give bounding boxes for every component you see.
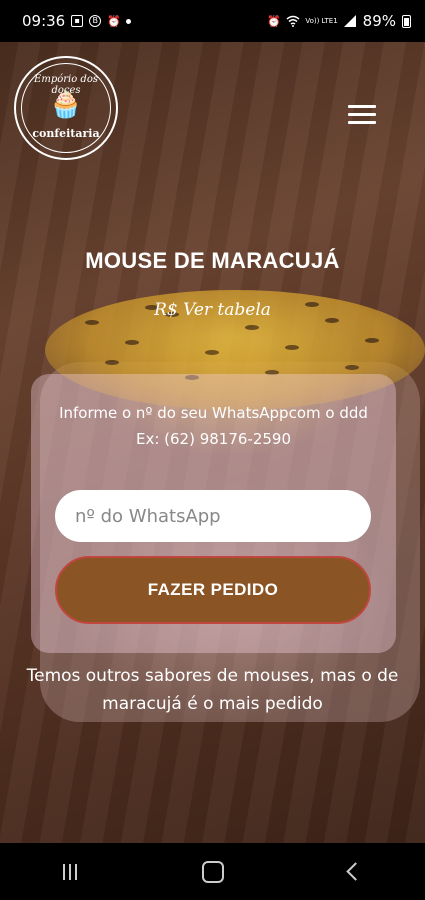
brand-logo[interactable]: Empório dos doces 🧁 confeitaria xyxy=(14,56,118,160)
logo-inner-ring: Empório dos doces 🧁 confeitaria xyxy=(21,63,111,153)
android-nav-bar xyxy=(0,843,425,900)
b-icon: B xyxy=(89,15,102,27)
network-label: Vo)) LTE1 xyxy=(305,16,338,25)
image-icon: ▪ xyxy=(71,15,84,27)
recent-apps-icon[interactable] xyxy=(62,863,77,880)
status-bar: 09:36 ▪ B ⏰ ⏰ Vo)) LTE1 89% xyxy=(0,0,425,42)
product-title: MOUSE DE MARACUJÁ xyxy=(85,248,340,273)
cupcake-icon: 🧁 xyxy=(49,90,83,120)
order-form-card: Informe o nº do seu WhatsAppcom o ddd Ex… xyxy=(31,374,396,653)
hamburger-menu-icon[interactable] xyxy=(348,105,376,127)
status-left: 09:36 ▪ B ⏰ xyxy=(22,12,132,30)
signal-icon xyxy=(344,14,357,28)
product-price: R$ Ver tabela xyxy=(154,300,271,320)
flavors-note: Temos outros sabores de mouses, mas o de… xyxy=(26,666,399,714)
notification-dot-icon xyxy=(126,18,132,24)
home-icon[interactable] xyxy=(201,860,224,883)
wifi-icon xyxy=(286,15,300,28)
alarm-icon: ⏰ xyxy=(267,14,282,28)
battery-icon xyxy=(402,14,411,28)
back-icon[interactable] xyxy=(346,862,366,881)
order-button[interactable]: FAZER PEDIDO xyxy=(55,556,371,624)
status-right: ⏰ Vo)) LTE1 89% xyxy=(267,12,411,30)
whatsapp-instruction: Informe o nº do seu WhatsAppcom o ddd Ex… xyxy=(59,404,368,448)
logo-bottom-text: confeitaria xyxy=(32,127,100,140)
status-time: 09:36 xyxy=(22,12,66,30)
whatsapp-input[interactable] xyxy=(55,490,371,542)
battery-percent: 89% xyxy=(362,12,396,30)
alarm-icon: ⏰ xyxy=(107,14,121,28)
